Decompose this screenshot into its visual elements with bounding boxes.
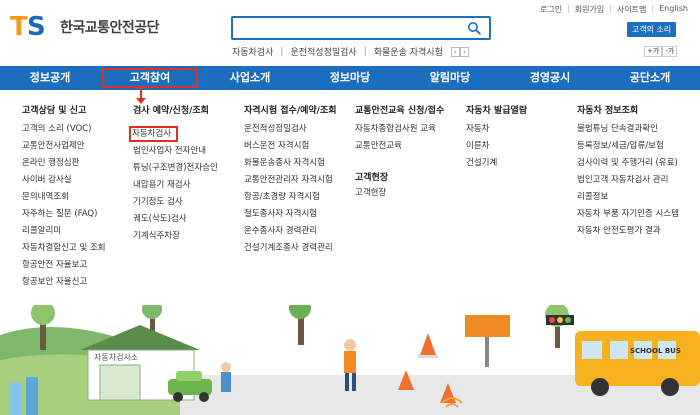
menu-item[interactable]: 법인사업자 전자안내: [133, 143, 218, 160]
menu-item[interactable]: 자동차결함신고 및 조회: [22, 240, 106, 257]
menu-item[interactable]: 운전적성정밀검사: [244, 121, 337, 138]
nav-item-about[interactable]: 공단소개: [600, 66, 700, 90]
menu-item[interactable]: 리콜정보: [577, 189, 679, 206]
util-separator: |: [651, 4, 655, 13]
menu-item[interactable]: 리콜알리미: [22, 223, 106, 240]
search-input[interactable]: [233, 20, 453, 40]
menu-item[interactable]: 온라인 행정심판: [22, 155, 106, 172]
logo-letter-s: S: [27, 12, 46, 42]
nav-item-business[interactable]: 사업소개: [200, 66, 300, 90]
sitemap-link[interactable]: 사이트맵: [617, 4, 646, 15]
logo-text: 한국교통안전공단: [60, 20, 160, 36]
menu-column-education: 교통안전교육 신청/접수 자동차종합검사원 교육 교통안전교육 고객현장 고객현…: [355, 105, 444, 202]
menu-item[interactable]: 자동차 안전도평가 결과: [577, 223, 679, 240]
menu-item[interactable]: 고객현장: [355, 185, 444, 202]
menu-column-issuance: 자동차 발급열람 자동차 이륜차 건설기계: [466, 105, 527, 172]
logo-mark: T S: [10, 14, 54, 40]
menu-item[interactable]: 내압용기 재검사: [133, 177, 218, 194]
menu-item[interactable]: 기기정도 검사: [133, 194, 218, 211]
nav-item-notice[interactable]: 알림마당: [400, 66, 500, 90]
menu-item[interactable]: 항공보안 자율신고: [22, 274, 106, 291]
menu-item[interactable]: 문의내역조회: [22, 189, 106, 206]
menu-column-vehicle-info: 자동차 정보조회 불법튜닝 단속결과확인 등록정보/세금/압류/보험 검사이력 …: [577, 105, 679, 240]
nav-item-info-disclosure[interactable]: 정보공개: [0, 66, 100, 90]
font-increase-button[interactable]: +가: [644, 46, 663, 57]
street-scene-illustration: 자동차검사소 SCHOOL BUS: [0, 305, 700, 415]
menu-item[interactable]: 항공/초경량 자격시험: [244, 189, 337, 206]
logo-letter-t: T: [10, 12, 28, 42]
menu-item[interactable]: 등록정보/세금/압류/보험: [577, 138, 679, 155]
nav-item-info-yard[interactable]: 정보마당: [300, 66, 400, 90]
page: T S 한국교통안전공단 자동차검사 | 운전적성정밀검사 | 화물운송 자격시…: [0, 0, 700, 415]
menu-item[interactable]: 불법튜닝 단속결과확인: [577, 121, 679, 138]
chevron-left-icon[interactable]: ‹: [450, 46, 460, 57]
popular-keywords: 자동차검사 | 운전적성정밀검사 | 화물운송 자격시험 ‹ ›: [232, 45, 469, 58]
menu-column-inspection: 검사 예약/신청/조회 자동차검사 법인사업자 전자안내 튜닝(구조변경)전자승…: [128, 105, 218, 245]
menu-column-consult: 고객상담 및 신고 고객의 소리 (VOC) 교통안전사업제안 온라인 행정심판…: [22, 105, 106, 291]
search-icon[interactable]: [467, 21, 481, 35]
menu-item[interactable]: 자동차 부품 자기인증 시스템: [577, 206, 679, 223]
nav-item-customer-participation[interactable]: 고객참여: [100, 66, 200, 90]
menu-item[interactable]: 항공안전 자율보고: [22, 257, 106, 274]
menu-item[interactable]: 튜닝(구조변경)전자승인: [133, 160, 218, 177]
keyword-link[interactable]: 자동차검사: [232, 45, 273, 58]
menu-item[interactable]: 검사이력 및 주행거리 (유료): [577, 155, 679, 172]
menu-item[interactable]: 건설기계: [466, 155, 527, 172]
mega-menu: 고객상담 및 신고 고객의 소리 (VOC) 교통안전사업제안 온라인 행정심판…: [0, 90, 700, 305]
keyword-pager: ‹ ›: [450, 46, 469, 57]
building-sign: 자동차검사소: [94, 352, 138, 362]
menu-item[interactable]: 법인고객 자동차검사 관리: [577, 172, 679, 189]
header: T S 한국교통안전공단 자동차검사 | 운전적성정밀검사 | 화물운송 자격시…: [0, 0, 700, 66]
customer-voice-button[interactable]: 고객의 소리: [627, 22, 676, 37]
menu-column-title: 자격시험 접수/예약/조회: [244, 106, 337, 116]
signup-link[interactable]: 회원가입: [575, 4, 604, 15]
menu-item[interactable]: 교통안전관리자 자격시험: [244, 172, 337, 189]
util-separator: |: [567, 4, 570, 13]
annotation-arrow-head: [136, 98, 146, 104]
menu-column-title: 검사 예약/신청/조회: [133, 106, 209, 116]
chevron-right-icon[interactable]: ›: [459, 46, 469, 57]
menu-item[interactable]: 사이버 감사실: [22, 172, 106, 189]
menu-item-vehicle-inspection[interactable]: 자동차검사: [128, 126, 179, 142]
font-size-controls: +가 -가: [644, 46, 678, 57]
keyword-separator: |: [363, 46, 367, 57]
font-decrease-button[interactable]: -가: [662, 46, 678, 57]
menu-item[interactable]: 고객의 소리 (VOC): [22, 121, 106, 138]
menu-column-title: 교통안전교육 신청/접수: [355, 106, 445, 116]
menu-item[interactable]: 이륜차: [466, 138, 527, 155]
menu-column-title: 자동차 발급열람: [466, 106, 528, 116]
nav-item-management-disclosure[interactable]: 경영공시: [500, 66, 600, 90]
menu-item[interactable]: 버스운전 자격시험: [244, 138, 337, 155]
login-link[interactable]: 로그인: [540, 4, 562, 15]
menu-column-license: 자격시험 접수/예약/조회 운전적성정밀검사 버스운전 자격시험 화물운송종사 …: [244, 105, 337, 257]
keyword-separator: |: [280, 46, 284, 57]
bus-sign: SCHOOL BUS: [630, 347, 681, 355]
menu-column-title: 자동차 정보조회: [577, 106, 639, 116]
utility-links: 로그인 | 회원가입 | 사이트맵 | English: [540, 4, 688, 15]
menu-item[interactable]: 건설기계조종사 경력관리: [244, 240, 337, 257]
menu-item[interactable]: 철도종사자 자격시험: [244, 206, 337, 223]
logo[interactable]: T S 한국교통안전공단: [10, 14, 160, 40]
menu-item[interactable]: 기계식주차장: [133, 228, 218, 245]
menu-item[interactable]: 궤도(삭도)검사: [133, 211, 218, 228]
english-link[interactable]: English: [659, 4, 688, 15]
main-nav: 정보공개 고객참여 사업소개 정보마당 알림마당 경영공시 공단소개: [0, 66, 700, 90]
menu-item[interactable]: 교통안전사업제안: [22, 138, 106, 155]
menu-item[interactable]: 교통안전교육: [355, 138, 444, 155]
search-box: [231, 16, 491, 40]
util-separator: |: [609, 4, 612, 13]
keyword-link[interactable]: 화물운송 자격시험: [374, 45, 443, 58]
menu-item[interactable]: 자주하는 질문 (FAQ): [22, 206, 106, 223]
hero-illustration: 자동차검사소 SCHOOL BUS: [0, 305, 700, 415]
keyword-link[interactable]: 운전적성정밀검사: [290, 45, 356, 58]
menu-item[interactable]: 자동차: [466, 121, 527, 138]
menu-item[interactable]: 화물운송종사 자격시험: [244, 155, 337, 172]
menu-column-subtitle: 고객현장: [355, 173, 389, 183]
menu-item[interactable]: 자동차종합검사원 교육: [355, 121, 444, 138]
menu-column-title: 고객상담 및 신고: [22, 106, 87, 116]
menu-item[interactable]: 운수종사자 경력관리: [244, 223, 337, 240]
